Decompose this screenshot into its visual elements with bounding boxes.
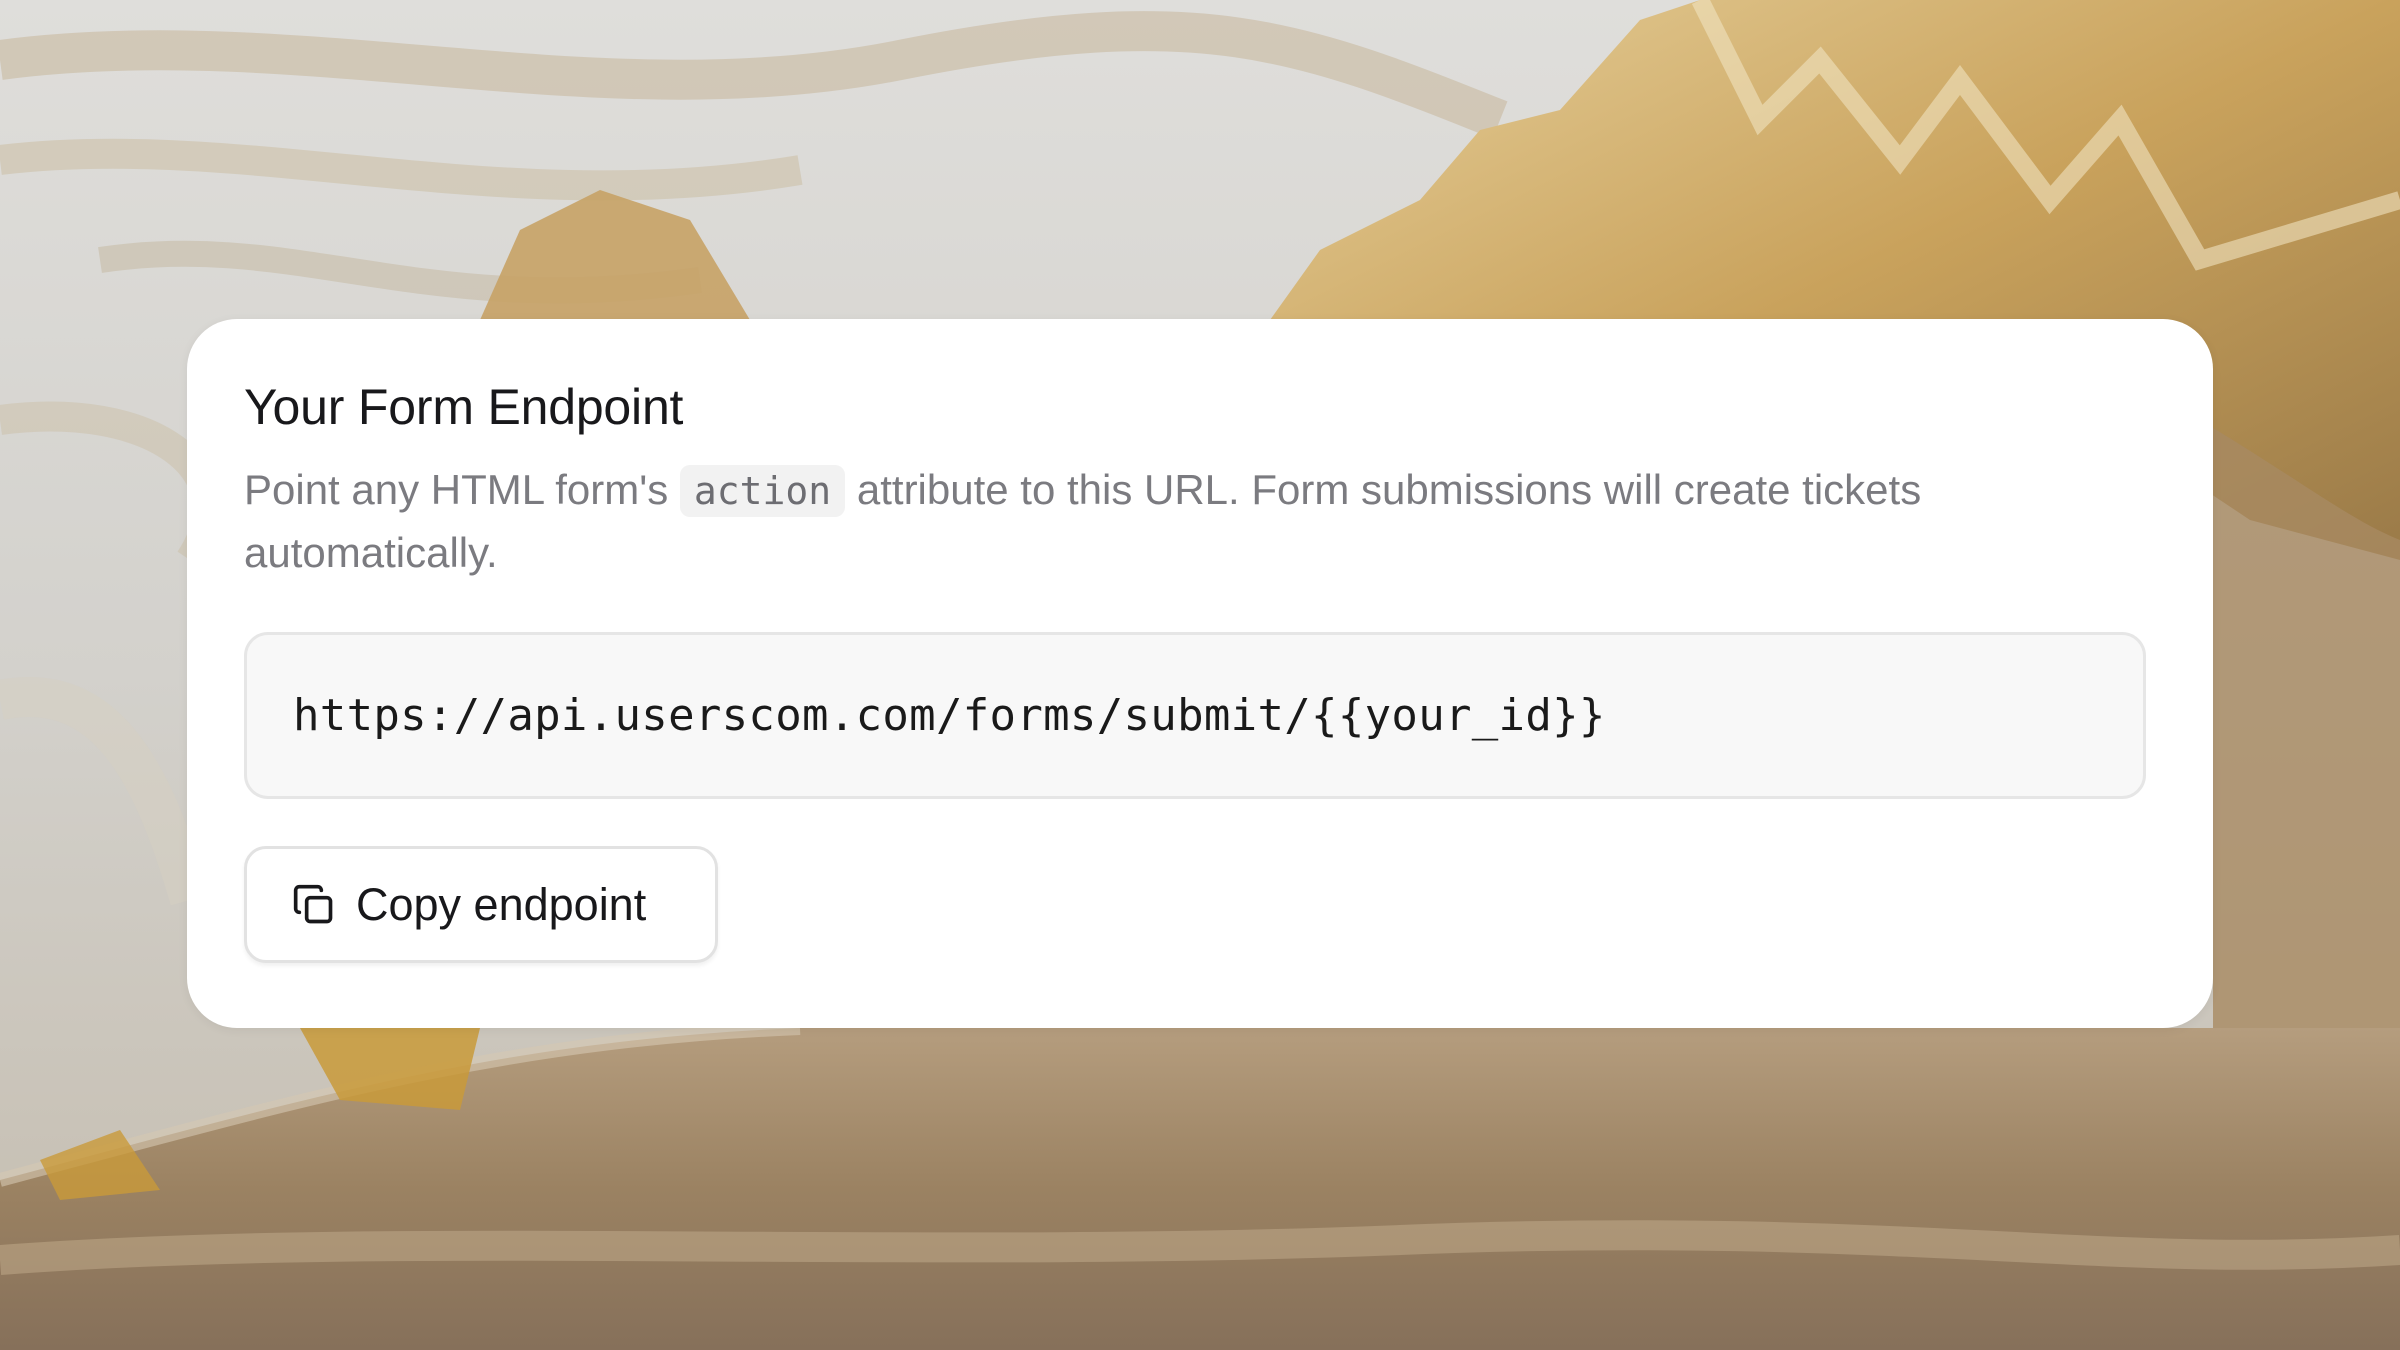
description-text-before: Point any HTML form's: [244, 466, 680, 513]
card-description: Point any HTML form's action attribute t…: [244, 459, 2174, 583]
inline-code-action: action: [679, 465, 846, 517]
copy-icon: [292, 883, 336, 927]
copy-endpoint-label: Copy endpoint: [356, 878, 647, 930]
card-title: Your Form Endpoint: [244, 379, 684, 435]
endpoint-url[interactable]: https://api.userscom.com/forms/submit/{{…: [293, 690, 1606, 741]
form-endpoint-card: Your Form Endpoint Point any HTML form's…: [187, 319, 2213, 1028]
endpoint-url-box[interactable]: https://api.userscom.com/forms/submit/{{…: [244, 632, 2146, 799]
copy-endpoint-button[interactable]: Copy endpoint: [244, 846, 718, 963]
